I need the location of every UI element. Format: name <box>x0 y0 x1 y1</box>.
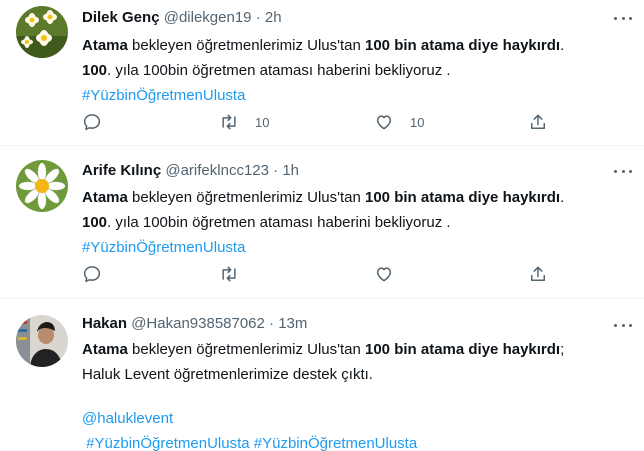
display-name[interactable]: Arife Kılınç <box>82 162 161 179</box>
separator-dot: · <box>273 162 279 179</box>
bold-text: 100 bin atama diye haykırdı <box>365 189 561 206</box>
tweet-text: Atama bekleyen öğretmenlerimiz Ulus'tan … <box>82 337 624 451</box>
bold-text: Atama <box>82 341 128 358</box>
retweet-count: 10 <box>255 114 270 130</box>
timestamp[interactable]: 2h <box>265 9 282 26</box>
more-icon[interactable] <box>614 162 632 180</box>
like-count: 10 <box>410 114 425 130</box>
tweet[interactable]: Dilek Genç @dilekgen19 · 2h Atama bekley… <box>0 0 644 146</box>
display-name[interactable]: Hakan <box>82 315 127 332</box>
text-segment: bekleyen öğretmenlerimiz Ulus'tan <box>127 341 365 358</box>
tweet-header: Dilek Genç @dilekgen19 · 2h <box>82 8 632 28</box>
action-bar: 10 10 <box>82 110 552 134</box>
reply-icon <box>83 266 101 283</box>
bold-text: 100 <box>82 214 108 231</box>
more-icon[interactable] <box>614 316 632 334</box>
share-button[interactable] <box>528 110 548 134</box>
more-icon[interactable] <box>614 9 632 27</box>
tweet-text: Atama bekleyen öğretmenlerimiz Ulus'tan … <box>82 185 624 260</box>
avatar[interactable] <box>16 6 68 58</box>
reply-icon <box>83 114 101 131</box>
text-segment: Haluk Levent öğretmenlerimize destek çık… <box>82 366 373 383</box>
like-button[interactable] <box>374 262 394 286</box>
bold-text: Atama <box>82 189 128 206</box>
bold-text: 100 bin atama diye haykırdı <box>365 341 561 358</box>
reply-button[interactable] <box>82 262 102 286</box>
retweet-button[interactable] <box>219 262 239 286</box>
avatar[interactable] <box>16 160 68 212</box>
tweet-feed: Dilek Genç @dilekgen19 · 2h Atama bekley… <box>0 0 644 451</box>
text-segment: . <box>560 37 565 54</box>
tweet[interactable]: Hakan @Hakan938587062 · 13m Atama bekley… <box>0 299 644 451</box>
tweet-text: Atama bekleyen öğretmenlerimiz Ulus'tan … <box>82 33 624 108</box>
hashtag-link[interactable]: #YüzbinÖğretmenUlusta <box>86 435 249 451</box>
like-icon <box>377 267 391 282</box>
hashtag-link[interactable]: #YüzbinÖğretmenUlusta <box>82 239 245 256</box>
like-button[interactable]: 10 <box>374 110 424 134</box>
user-handle[interactable]: @dilekgen19 <box>164 9 252 26</box>
separator-dot: · <box>255 9 261 26</box>
bold-text: 100 <box>82 62 108 79</box>
text-segment: . yıla 100bin öğretmen ataması haberini … <box>107 62 451 79</box>
user-handle[interactable]: @Hakan938587062 <box>131 315 265 332</box>
action-bar <box>82 262 552 286</box>
tweet[interactable]: Arife Kılınç @arifeklncc123 · 1h Atama b… <box>0 146 644 299</box>
avatar[interactable] <box>16 315 68 367</box>
text-segment: . yıla 100bin öğretmen ataması haberini … <box>107 214 451 231</box>
like-icon <box>377 115 391 130</box>
hashtag-link[interactable]: #YüzbinÖğretmenUlusta <box>254 435 417 451</box>
bold-text: Atama <box>82 37 128 54</box>
reply-button[interactable] <box>82 110 102 134</box>
timestamp[interactable]: 13m <box>278 315 307 332</box>
tweet-header: Hakan @Hakan938587062 · 13m <box>82 314 632 334</box>
hashtag-link[interactable]: #YüzbinÖğretmenUlusta <box>82 87 245 104</box>
user-handle[interactable]: @arifeklncc123 <box>165 162 269 179</box>
share-button[interactable] <box>528 262 548 286</box>
share-icon <box>531 266 545 281</box>
text-segment: ; <box>560 341 565 358</box>
tweet-header: Arife Kılınç @arifeklncc123 · 1h <box>82 161 632 181</box>
text-segment: . <box>560 189 565 206</box>
timestamp[interactable]: 1h <box>282 162 299 179</box>
display-name[interactable]: Dilek Genç <box>82 9 160 26</box>
retweet-icon <box>222 114 236 130</box>
text-segment: bekleyen öğretmenlerimiz Ulus'tan <box>127 37 365 54</box>
retweet-icon <box>222 266 236 282</box>
bold-text: 100 bin atama diye haykırdı <box>365 37 561 54</box>
text-segment: bekleyen öğretmenlerimiz Ulus'tan <box>127 189 365 206</box>
separator-dot: · <box>269 315 275 332</box>
retweet-button[interactable]: 10 <box>219 110 269 134</box>
share-icon <box>531 114 545 129</box>
mention-link[interactable]: @haluklevent <box>82 410 173 427</box>
